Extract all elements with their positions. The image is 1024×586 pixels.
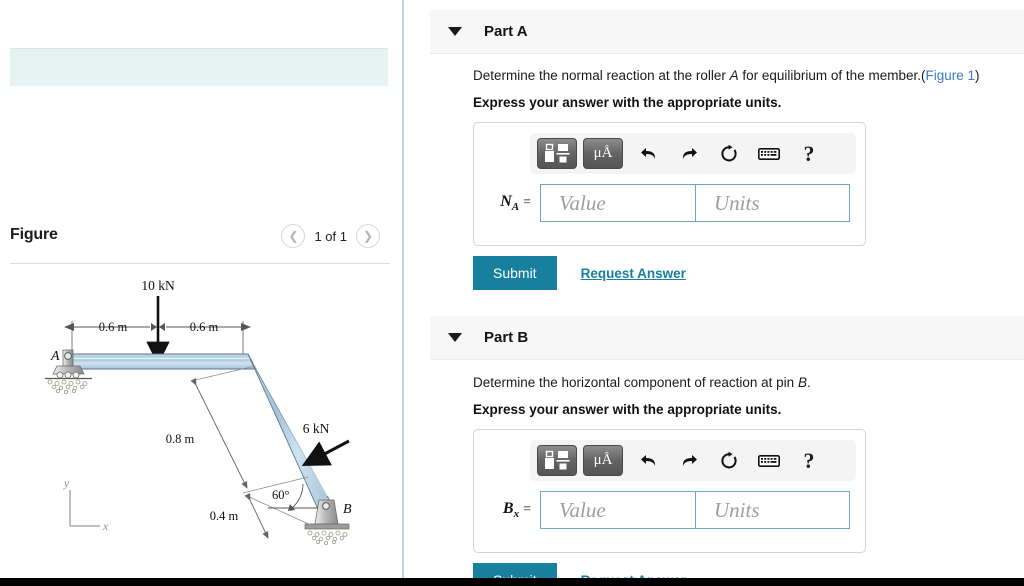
caret-down-icon[interactable] — [448, 333, 462, 342]
svg-text:6 kN: 6 kN — [303, 421, 330, 436]
part-b-prompt-after: . — [806, 375, 811, 390]
figure-panel: Figure ❮ 1 of 1 ❯ 10 kN 0.6 m 0.6 m A 0.… — [0, 0, 402, 586]
page-title: Figure — [10, 226, 58, 243]
part-b-header[interactable]: Part B — [430, 316, 1024, 360]
part-b-variable-label: Bx = — [482, 500, 540, 520]
svg-text:60°: 60° — [272, 488, 290, 502]
undo-arrow-icon[interactable] — [629, 445, 669, 476]
part-a-note: Express your answer with the appropriate… — [473, 95, 782, 110]
undo-arrow-icon[interactable] — [629, 138, 669, 169]
part-a-label: Part A — [484, 23, 528, 40]
figure-counter: 1 of 1 — [314, 228, 347, 244]
part-a-header[interactable]: Part A — [430, 10, 1024, 54]
svg-text:0.6 m: 0.6 m — [190, 320, 219, 334]
svg-text:0.8 m: 0.8 m — [166, 432, 195, 446]
reset-circle-icon[interactable] — [709, 138, 749, 169]
problem-page: Figure ❮ 1 of 1 ❯ 10 kN 0.6 m 0.6 m A 0.… — [0, 0, 1024, 586]
part-a-submit-button[interactable]: Submit — [473, 256, 557, 290]
part-b-equals: = — [523, 501, 531, 517]
figure-nav: ❮ 1 of 1 ❯ — [281, 224, 380, 248]
math-template-icon[interactable] — [537, 138, 577, 169]
part-b-answer-row: Bx = — [482, 490, 860, 530]
part-a-var: N — [500, 192, 512, 210]
part-a-prompt-var: A — [729, 68, 739, 83]
units-button-label: μÅ — [593, 145, 613, 161]
units-button-label: μÅ — [593, 452, 613, 468]
part-a-units-input[interactable] — [695, 184, 850, 222]
part-a-request-answer-link[interactable]: Request Answer — [581, 266, 686, 281]
units-button[interactable]: μÅ — [583, 445, 623, 476]
part-b-answer-card: μÅ ? Bx = Value Units — [473, 429, 866, 553]
part-b-note: Express your answer with the appropriate… — [473, 402, 782, 417]
part-b-label: Part B — [484, 329, 529, 346]
keyboard-icon[interactable] — [749, 138, 789, 169]
figure-image[interactable]: 10 kN 0.6 m 0.6 m A 0.8 m 0.4 m 60° 6 kN… — [0, 268, 402, 568]
part-b-toolbar: μÅ ? — [530, 440, 856, 481]
units-button[interactable]: μÅ — [583, 138, 623, 169]
part-a-prompt-close: ) — [975, 68, 980, 83]
figure-header: Figure ❮ 1 of 1 ❯ — [10, 224, 390, 258]
part-a-answer-row: NA = — [482, 183, 860, 223]
part-b-var: B — [502, 499, 514, 517]
prev-figure-button[interactable]: ❮ — [281, 224, 306, 248]
part-b-sub: x — [513, 508, 520, 521]
redo-arrow-icon[interactable] — [669, 138, 709, 169]
part-a-answer-card: μÅ ? NA = Value Units — [473, 122, 866, 246]
bottom-cut-bar — [0, 578, 1024, 586]
part-a-prompt-after: for equilibrium of the member.( — [738, 68, 926, 83]
figure-1-link[interactable]: Figure 1 — [925, 68, 975, 83]
part-a-sub: A — [511, 201, 520, 214]
part-a-equals: = — [523, 194, 531, 210]
help-button[interactable]: ? — [789, 138, 829, 169]
svg-text:A: A — [50, 349, 60, 364]
info-banner — [10, 48, 388, 86]
part-b-prompt: Determine the horizontal component of re… — [473, 373, 1013, 393]
part-b-units-input[interactable] — [695, 491, 850, 529]
part-a-prompt: Determine the normal reaction at the rol… — [473, 66, 1013, 86]
keyboard-icon[interactable] — [749, 445, 789, 476]
part-a-toolbar: μÅ ? — [530, 133, 856, 174]
part-b-value-input[interactable] — [540, 491, 695, 529]
help-button[interactable]: ? — [789, 445, 829, 476]
svg-text:B: B — [343, 502, 352, 517]
part-a-variable-label: NA = — [482, 193, 540, 213]
svg-text:0.4 m: 0.4 m — [210, 509, 239, 523]
questions-panel: Part A Determine the normal reaction at … — [404, 0, 1024, 586]
svg-text:y: y — [63, 478, 70, 490]
next-figure-button[interactable]: ❯ — [356, 224, 380, 248]
part-a-prompt-before: Determine the normal reaction at the rol… — [473, 68, 730, 83]
part-b-prompt-before: Determine the horizontal component of re… — [473, 375, 798, 390]
reset-circle-icon[interactable] — [709, 445, 749, 476]
redo-arrow-icon[interactable] — [669, 445, 709, 476]
figure-divider — [10, 263, 390, 264]
part-a-value-input[interactable] — [540, 184, 695, 222]
part-b-prompt-var: B — [797, 375, 807, 390]
svg-text:10 kN: 10 kN — [141, 278, 175, 293]
svg-text:x: x — [102, 521, 109, 533]
math-template-icon[interactable] — [537, 445, 577, 476]
part-a-submit-row: Submit Request Answer — [473, 256, 686, 290]
svg-text:0.6 m: 0.6 m — [99, 320, 128, 334]
caret-down-icon[interactable] — [448, 27, 462, 36]
